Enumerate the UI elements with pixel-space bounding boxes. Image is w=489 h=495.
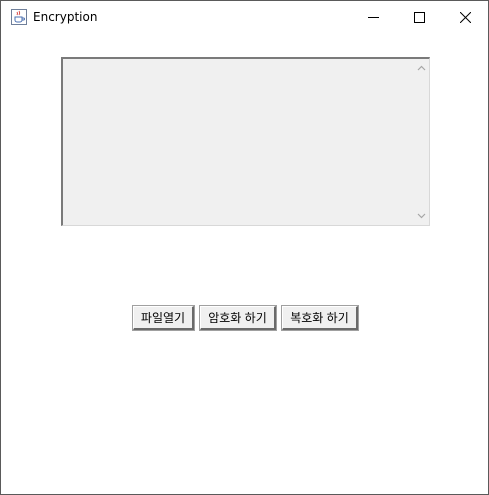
decrypt-button[interactable]: 복호화 하기 <box>281 305 359 331</box>
text-area[interactable] <box>63 59 413 225</box>
minimize-button[interactable] <box>350 1 396 33</box>
app-window: Encryption 파일열기 암호화 하기 복호화 하기 <box>0 0 489 495</box>
title-bar: Encryption <box>1 1 488 33</box>
java-cup-icon <box>11 9 27 25</box>
window-title: Encryption <box>33 10 98 24</box>
open-file-button[interactable]: 파일열기 <box>132 305 195 331</box>
text-area-scrollpane <box>61 57 430 226</box>
encrypt-button[interactable]: 암호화 하기 <box>199 305 277 331</box>
close-icon <box>459 8 471 27</box>
maximize-icon <box>413 8 425 27</box>
scroll-down-arrow-icon[interactable] <box>413 209 429 223</box>
vertical-scrollbar[interactable] <box>413 59 429 225</box>
close-button[interactable] <box>442 1 488 33</box>
scroll-up-arrow-icon[interactable] <box>413 61 429 75</box>
minimize-icon <box>367 8 379 27</box>
maximize-button[interactable] <box>396 1 442 33</box>
